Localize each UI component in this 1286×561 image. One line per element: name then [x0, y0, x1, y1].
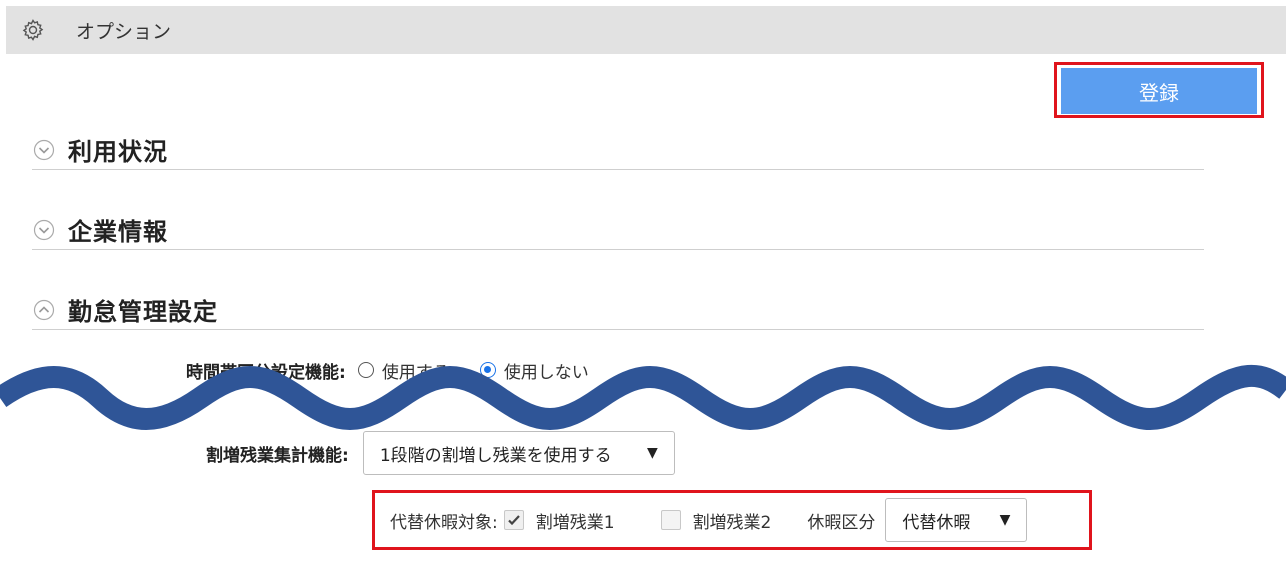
section-company-info[interactable]: 企業情報 — [32, 210, 1204, 250]
section-usage[interactable]: 利用状況 — [32, 130, 1204, 170]
chevron-down-icon[interactable] — [32, 218, 56, 242]
overtime-setting-row: 割増残業集計機能: 1段階の割増し残業を使用する ▼ — [206, 431, 675, 475]
page-title: オプション — [76, 20, 172, 43]
overtime-setting-label: 割増残業集計機能: — [206, 445, 349, 466]
dropdown-arrow-icon: ▼ — [647, 445, 658, 461]
leave-type-select-value: 代替休暇 — [902, 512, 971, 533]
substitute-leave-row: 代替休暇対象: 割増残業1 割増残業2 休暇区分 代替休暇 ▼ — [390, 498, 1028, 542]
checkbox-overtime-2[interactable] — [660, 510, 681, 530]
section-title: 利用状況 — [68, 138, 168, 166]
overtime-select-value: 1段階の割増し残業を使用する — [379, 445, 612, 466]
chevron-up-icon[interactable] — [32, 298, 56, 322]
checkbox-overtime-1[interactable] — [503, 510, 524, 530]
section-title: 企業情報 — [68, 218, 168, 246]
gear-icon — [20, 17, 46, 43]
leave-type-select[interactable]: 代替休暇 ▼ — [885, 498, 1028, 542]
section-title: 勤怠管理設定 — [68, 298, 218, 326]
register-button[interactable]: 登録 — [1061, 68, 1257, 114]
check-icon — [507, 515, 520, 526]
section-attendance-settings[interactable]: 勤怠管理設定 — [32, 290, 1204, 330]
omission-wave — [0, 364, 1286, 430]
overtime-select[interactable]: 1段階の割増し残業を使用する ▼ — [362, 431, 675, 475]
checkbox-overtime-1-label: 割増残業1 — [535, 512, 615, 533]
leave-type-label: 休暇区分 — [807, 512, 876, 533]
chevron-down-icon[interactable] — [32, 138, 56, 162]
substitute-leave-label: 代替休暇対象: — [390, 512, 498, 533]
checkbox-overtime-2-label: 割増残業2 — [692, 512, 772, 533]
title-bar: オプション — [6, 6, 1286, 54]
dropdown-arrow-icon: ▼ — [999, 512, 1011, 528]
